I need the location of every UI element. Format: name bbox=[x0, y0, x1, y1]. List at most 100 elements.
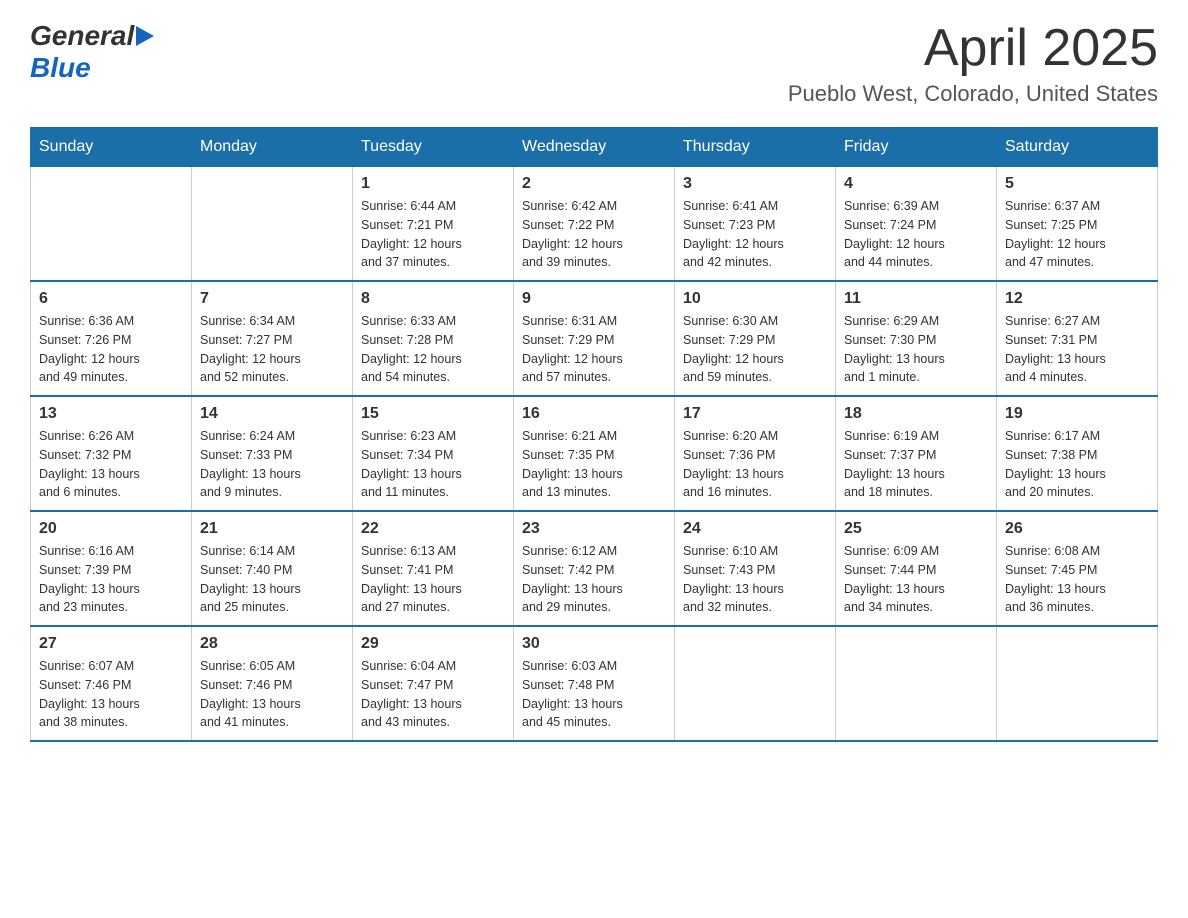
day-number: 15 bbox=[361, 405, 505, 423]
calendar-day-cell: 10 Sunrise: 6:30 AM Sunset: 7:29 PM Dayli… bbox=[675, 281, 836, 396]
calendar-day-cell: 7Sunrise: 6:34 AM Sunset: 7:27 PM Daylig… bbox=[192, 281, 353, 396]
calendar-day-cell: 20 Sunrise: 6:16 AM Sunset: 7:39 PM Dayli… bbox=[31, 511, 192, 626]
day-info: Sunrise: 6:37 AM Sunset: 7:25 PM Dayligh… bbox=[1005, 197, 1149, 272]
calendar-day-cell: 4Sunrise: 6:39 AM Sunset: 7:24 PM Daylig… bbox=[836, 167, 997, 282]
day-number: 2 bbox=[522, 175, 666, 193]
title-block: April 2025 Pueblo West, Colorado, United… bbox=[788, 20, 1158, 107]
day-number: 3 bbox=[683, 175, 827, 193]
day-info: Sunrise: 6:13 AM Sunset: 7:41 PM Dayligh… bbox=[361, 542, 505, 617]
day-number: 20 bbox=[39, 520, 183, 538]
day-info: Sunrise: 6:24 AM Sunset: 7:33 PM Dayligh… bbox=[200, 427, 344, 502]
day-number: 4 bbox=[844, 175, 988, 193]
day-info: Sunrise: 6:30 AM Sunset: 7:29 PM Dayligh… bbox=[683, 312, 827, 387]
calendar-day-cell: 15 Sunrise: 6:23 AM Sunset: 7:34 PM Dayli… bbox=[353, 396, 514, 511]
day-info: Sunrise: 6:07 AM Sunset: 7:46 PM Dayligh… bbox=[39, 657, 183, 732]
day-info: Sunrise: 6:23 AM Sunset: 7:34 PM Dayligh… bbox=[361, 427, 505, 502]
day-info: Sunrise: 6:04 AM Sunset: 7:47 PM Dayligh… bbox=[361, 657, 505, 732]
day-info: Sunrise: 6:41 AM Sunset: 7:23 PM Dayligh… bbox=[683, 197, 827, 272]
calendar-day-cell bbox=[836, 626, 997, 741]
calendar-day-cell: 25Sunrise: 6:09 AM Sunset: 7:44 PM Dayli… bbox=[836, 511, 997, 626]
calendar-day-cell: 6 Sunrise: 6:36 AM Sunset: 7:26 PM Daylig… bbox=[31, 281, 192, 396]
day-number: 7 bbox=[200, 290, 344, 308]
day-number: 11 bbox=[844, 290, 988, 308]
calendar-day-cell bbox=[31, 167, 192, 282]
calendar-day-cell bbox=[192, 167, 353, 282]
calendar-day-header: Saturday bbox=[997, 128, 1158, 167]
calendar-table: SundayMondayTuesdayWednesdayThursdayFrid… bbox=[30, 127, 1158, 742]
calendar-week-row: 13 Sunrise: 6:26 AM Sunset: 7:32 PM Dayli… bbox=[31, 396, 1158, 511]
calendar-day-cell: 2 Sunrise: 6:42 AM Sunset: 7:22 PM Daylig… bbox=[514, 167, 675, 282]
calendar-day-header: Tuesday bbox=[353, 128, 514, 167]
logo-arrow-icon bbox=[136, 26, 154, 46]
calendar-week-row: 1 Sunrise: 6:44 AM Sunset: 7:21 PM Daylig… bbox=[31, 167, 1158, 282]
calendar-day-cell: 8Sunrise: 6:33 AM Sunset: 7:28 PM Daylig… bbox=[353, 281, 514, 396]
logo: General Blue bbox=[30, 20, 154, 84]
calendar-day-header: Friday bbox=[836, 128, 997, 167]
calendar-day-cell: 11 Sunrise: 6:29 AM Sunset: 7:30 PM Dayli… bbox=[836, 281, 997, 396]
day-info: Sunrise: 6:27 AM Sunset: 7:31 PM Dayligh… bbox=[1005, 312, 1149, 387]
calendar-day-cell bbox=[997, 626, 1158, 741]
day-info: Sunrise: 6:08 AM Sunset: 7:45 PM Dayligh… bbox=[1005, 542, 1149, 617]
calendar-day-cell: 1 Sunrise: 6:44 AM Sunset: 7:21 PM Daylig… bbox=[353, 167, 514, 282]
day-info: Sunrise: 6:31 AM Sunset: 7:29 PM Dayligh… bbox=[522, 312, 666, 387]
calendar-day-cell: 9 Sunrise: 6:31 AM Sunset: 7:29 PM Daylig… bbox=[514, 281, 675, 396]
day-info: Sunrise: 6:21 AM Sunset: 7:35 PM Dayligh… bbox=[522, 427, 666, 502]
day-info: Sunrise: 6:33 AM Sunset: 7:28 PM Dayligh… bbox=[361, 312, 505, 387]
day-info: Sunrise: 6:20 AM Sunset: 7:36 PM Dayligh… bbox=[683, 427, 827, 502]
day-number: 29 bbox=[361, 635, 505, 653]
day-number: 9 bbox=[522, 290, 666, 308]
day-info: Sunrise: 6:14 AM Sunset: 7:40 PM Dayligh… bbox=[200, 542, 344, 617]
calendar-header-row: SundayMondayTuesdayWednesdayThursdayFrid… bbox=[31, 128, 1158, 167]
calendar-day-cell: 27 Sunrise: 6:07 AM Sunset: 7:46 PM Dayli… bbox=[31, 626, 192, 741]
day-number: 30 bbox=[522, 635, 666, 653]
day-number: 27 bbox=[39, 635, 183, 653]
calendar-day-cell: 30 Sunrise: 6:03 AM Sunset: 7:48 PM Dayli… bbox=[514, 626, 675, 741]
calendar-week-row: 20 Sunrise: 6:16 AM Sunset: 7:39 PM Dayli… bbox=[31, 511, 1158, 626]
day-number: 21 bbox=[200, 520, 344, 538]
day-number: 10 bbox=[683, 290, 827, 308]
calendar-week-row: 6 Sunrise: 6:36 AM Sunset: 7:26 PM Daylig… bbox=[31, 281, 1158, 396]
day-info: Sunrise: 6:05 AM Sunset: 7:46 PM Dayligh… bbox=[200, 657, 344, 732]
day-info: Sunrise: 6:16 AM Sunset: 7:39 PM Dayligh… bbox=[39, 542, 183, 617]
logo-general-text: General bbox=[30, 20, 134, 52]
day-info: Sunrise: 6:26 AM Sunset: 7:32 PM Dayligh… bbox=[39, 427, 183, 502]
calendar-day-cell: 12 Sunrise: 6:27 AM Sunset: 7:31 PM Dayli… bbox=[997, 281, 1158, 396]
calendar-day-cell: 16Sunrise: 6:21 AM Sunset: 7:35 PM Dayli… bbox=[514, 396, 675, 511]
day-info: Sunrise: 6:44 AM Sunset: 7:21 PM Dayligh… bbox=[361, 197, 505, 272]
page-title: April 2025 bbox=[788, 20, 1158, 77]
page-header: General Blue April 2025 Pueblo West, Col… bbox=[30, 20, 1158, 107]
day-number: 28 bbox=[200, 635, 344, 653]
page-subtitle: Pueblo West, Colorado, United States bbox=[788, 81, 1158, 107]
calendar-day-cell: 22Sunrise: 6:13 AM Sunset: 7:41 PM Dayli… bbox=[353, 511, 514, 626]
calendar-day-cell bbox=[675, 626, 836, 741]
day-info: Sunrise: 6:29 AM Sunset: 7:30 PM Dayligh… bbox=[844, 312, 988, 387]
calendar-day-header: Wednesday bbox=[514, 128, 675, 167]
calendar-day-header: Thursday bbox=[675, 128, 836, 167]
calendar-day-header: Sunday bbox=[31, 128, 192, 167]
calendar-day-cell: 26 Sunrise: 6:08 AM Sunset: 7:45 PM Dayli… bbox=[997, 511, 1158, 626]
calendar-day-cell: 14 Sunrise: 6:24 AM Sunset: 7:33 PM Dayli… bbox=[192, 396, 353, 511]
day-number: 14 bbox=[200, 405, 344, 423]
calendar-day-header: Monday bbox=[192, 128, 353, 167]
calendar-day-cell: 28 Sunrise: 6:05 AM Sunset: 7:46 PM Dayli… bbox=[192, 626, 353, 741]
day-number: 13 bbox=[39, 405, 183, 423]
logo-blue-text: Blue bbox=[30, 52, 91, 83]
day-number: 6 bbox=[39, 290, 183, 308]
day-info: Sunrise: 6:42 AM Sunset: 7:22 PM Dayligh… bbox=[522, 197, 666, 272]
day-info: Sunrise: 6:10 AM Sunset: 7:43 PM Dayligh… bbox=[683, 542, 827, 617]
calendar-day-cell: 5 Sunrise: 6:37 AM Sunset: 7:25 PM Daylig… bbox=[997, 167, 1158, 282]
day-number: 1 bbox=[361, 175, 505, 193]
day-number: 12 bbox=[1005, 290, 1149, 308]
day-number: 26 bbox=[1005, 520, 1149, 538]
day-info: Sunrise: 6:09 AM Sunset: 7:44 PM Dayligh… bbox=[844, 542, 988, 617]
calendar-day-cell: 21 Sunrise: 6:14 AM Sunset: 7:40 PM Dayli… bbox=[192, 511, 353, 626]
day-number: 24 bbox=[683, 520, 827, 538]
calendar-day-cell: 29 Sunrise: 6:04 AM Sunset: 7:47 PM Dayli… bbox=[353, 626, 514, 741]
day-number: 5 bbox=[1005, 175, 1149, 193]
day-info: Sunrise: 6:36 AM Sunset: 7:26 PM Dayligh… bbox=[39, 312, 183, 387]
calendar-day-cell: 3 Sunrise: 6:41 AM Sunset: 7:23 PM Daylig… bbox=[675, 167, 836, 282]
day-info: Sunrise: 6:03 AM Sunset: 7:48 PM Dayligh… bbox=[522, 657, 666, 732]
calendar-week-row: 27 Sunrise: 6:07 AM Sunset: 7:46 PM Dayli… bbox=[31, 626, 1158, 741]
day-number: 19 bbox=[1005, 405, 1149, 423]
calendar-day-cell: 18Sunrise: 6:19 AM Sunset: 7:37 PM Dayli… bbox=[836, 396, 997, 511]
